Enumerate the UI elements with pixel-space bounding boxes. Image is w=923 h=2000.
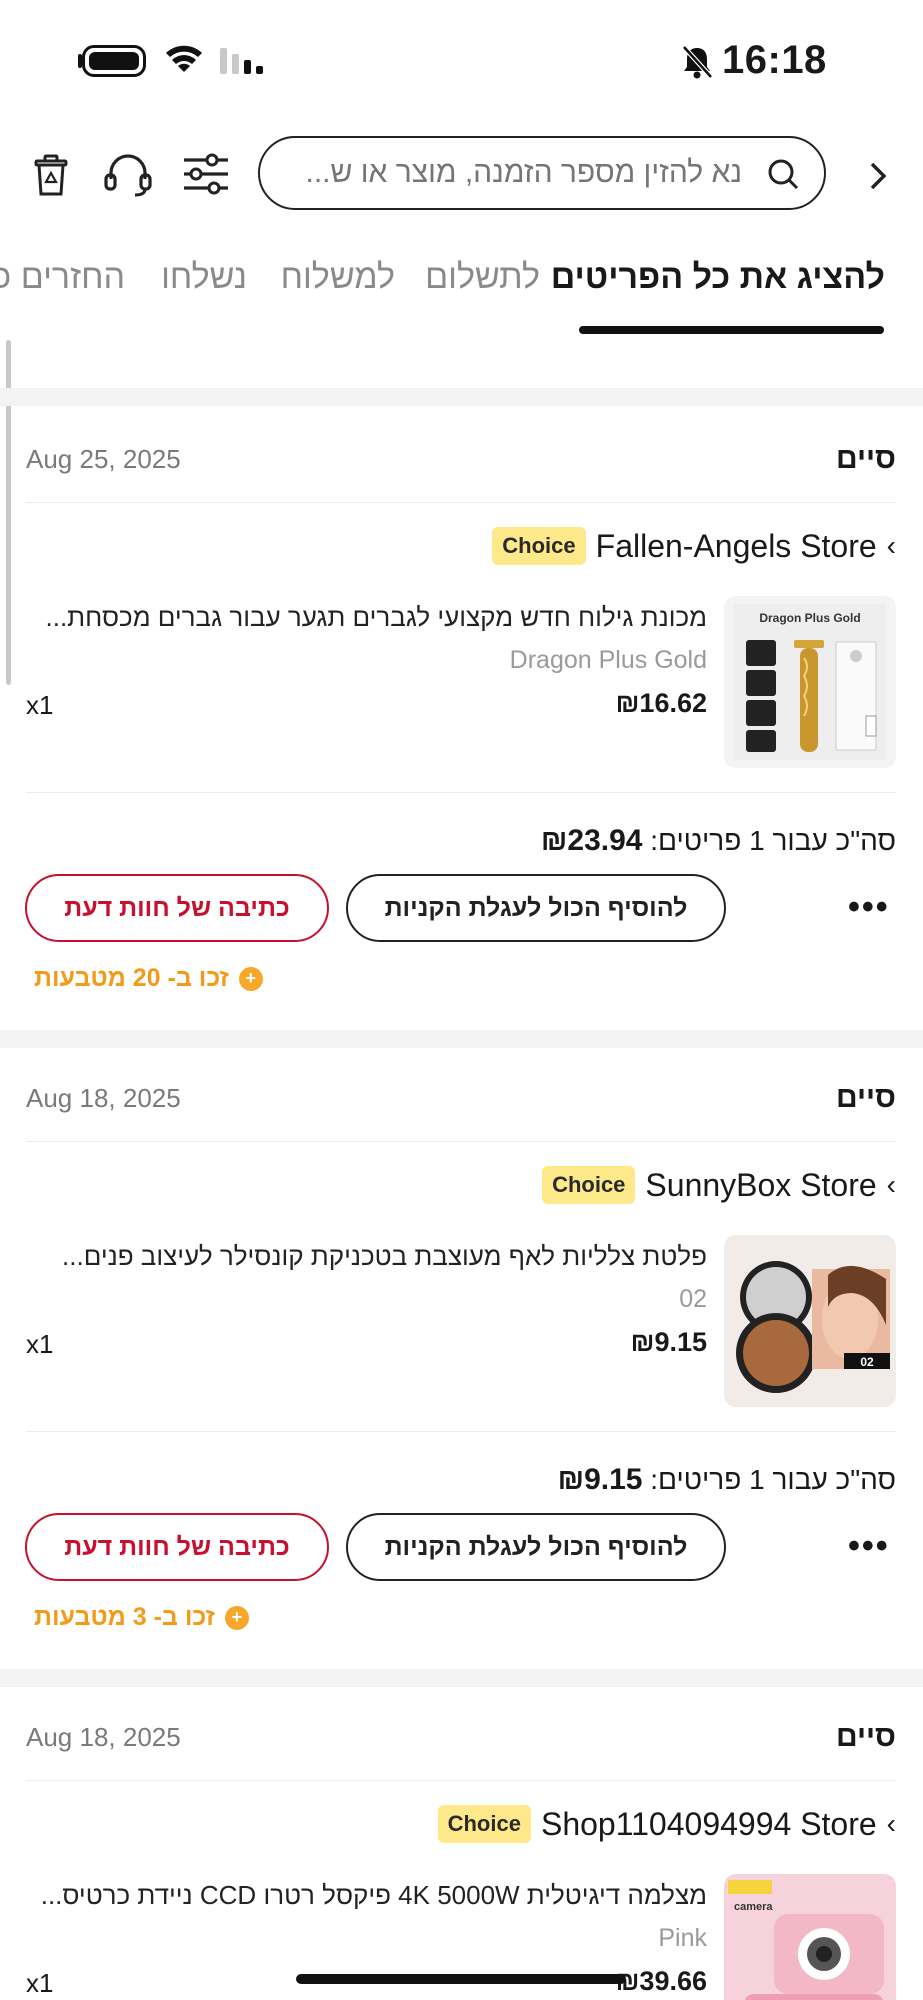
divider <box>26 502 896 503</box>
coin-icon: + <box>238 966 263 991</box>
product-variant: Pink <box>658 1924 707 1952</box>
order-card: סיים Aug 18, 2025 Choice Shop1104094994 … <box>0 1684 923 2000</box>
total-value: ₪9.15 <box>557 1463 643 1496</box>
back-chevron-icon[interactable] <box>858 154 898 198</box>
divider <box>26 1141 896 1142</box>
active-tab-indicator <box>579 326 884 334</box>
tab-to-ship[interactable]: למשלוח <box>281 258 395 297</box>
customer-service-headset-icon[interactable] <box>103 152 153 198</box>
product-price: ₪39.66 <box>615 1966 707 1996</box>
product-image[interactable]: Dragon Plus Gold <box>724 596 896 768</box>
order-status: סיים <box>835 442 896 475</box>
product-quantity: x1 <box>26 1329 54 1359</box>
store-link[interactable]: Choice SunnyBox Store ‹ <box>542 1165 896 1205</box>
compact-tag: 02 <box>860 1355 874 1369</box>
search-icon <box>768 159 799 190</box>
choice-badge: Choice <box>492 527 586 565</box>
search-bar[interactable] <box>258 136 826 210</box>
store-name: Fallen-Angels Store <box>595 527 877 564</box>
wifi-icon <box>166 45 202 72</box>
order-date: Aug 25, 2025 <box>26 444 181 474</box>
order-date: Aug 18, 2025 <box>26 1083 181 1113</box>
battery-icon <box>82 45 146 77</box>
coin-icon: + <box>224 1605 249 1630</box>
choice-badge: Choice <box>542 1166 636 1204</box>
product-name[interactable]: פלטת צלליות לאף מעוצבת בטכניקת קונסילר ל… <box>27 1241 707 1272</box>
total-label: סה"כ עבור 1 פריטים: <box>650 1464 896 1495</box>
coins-reward: + זכו ב- 3 מטבעות <box>34 1603 249 1632</box>
order-card: סיים Aug 25, 2025 Choice Fallen-Angels S… <box>0 406 923 1030</box>
write-review-button[interactable]: כתיבה של חוות דעת <box>25 874 329 942</box>
coins-text: זכו ב- 20 מטבעות <box>34 964 229 992</box>
store-name: Shop1104094994 Store <box>540 1805 877 1842</box>
trimmer-box-label: Dragon Plus Gold <box>759 611 860 625</box>
product-name[interactable]: מכונת גילוח חדש מקצועי לגברים תגער עבור … <box>27 602 707 633</box>
product-image[interactable]: 02 <box>724 1235 896 1407</box>
product-quantity: x1 <box>26 1968 54 1998</box>
filter-sliders-icon[interactable] <box>181 150 231 198</box>
status-bar: 16:18 <box>0 0 923 120</box>
section-gap <box>0 388 923 406</box>
add-all-to-cart-button[interactable]: להוסיף הכול לעגלת הקניות <box>346 874 726 942</box>
order-card: סיים Aug 18, 2025 Choice SunnyBox Store … <box>0 1045 923 1669</box>
product-price: ₪16.62 <box>615 688 707 718</box>
divider <box>26 792 896 793</box>
coins-reward: + זכו ב- 20 מטבעות <box>34 964 263 993</box>
write-review-button[interactable]: כתיבה של חוות דעת <box>25 1513 329 1581</box>
home-indicator[interactable] <box>296 1974 626 1984</box>
order-total: סה"כ עבור 1 פריטים: ₪9.15 <box>558 1463 896 1497</box>
order-total: סה"כ עבור 1 פריטים: ₪23.94 <box>541 824 896 858</box>
tab-all-items[interactable]: להציג את כל הפריטים <box>551 258 885 297</box>
add-all-to-cart-button[interactable]: להוסיף הכול לעגלת הקניות <box>346 1513 726 1581</box>
store-link[interactable]: Choice Fallen-Angels Store ‹ <box>492 526 896 566</box>
product-image[interactable]: camera <box>724 1874 896 2000</box>
search-input[interactable] <box>284 138 744 208</box>
more-options-icon[interactable]: ••• <box>848 888 890 927</box>
product-variant: Dragon Plus Gold <box>509 646 707 674</box>
chevron-left-icon: ‹ <box>886 530 896 561</box>
camera-tag: camera <box>734 1901 773 1913</box>
total-value: ₪23.94 <box>540 824 643 857</box>
coins-text: זכו ב- 3 מטבעות <box>34 1603 215 1631</box>
product-variant: 02 <box>679 1285 707 1313</box>
order-status: סיים <box>835 1720 896 1753</box>
order-date: Aug 18, 2025 <box>26 1722 181 1752</box>
tab-shipped[interactable]: נשלחו <box>161 258 247 297</box>
clock: 16:18 <box>722 38 827 82</box>
divider <box>26 1780 896 1781</box>
tab-returns[interactable]: החזרים כ <box>0 258 125 297</box>
product-name[interactable]: מצלמה דיגיטלית 4K 5000W פיקסל רטרו CCD נ… <box>27 1880 707 1911</box>
chevron-left-icon: ‹ <box>886 1169 896 1200</box>
total-label: סה"כ עבור 1 פריטים: <box>650 825 896 856</box>
order-status: סיים <box>835 1081 896 1114</box>
product-price: ₪9.15 <box>630 1327 707 1357</box>
choice-badge: Choice <box>437 1805 531 1843</box>
chevron-left-icon: ‹ <box>886 1808 896 1839</box>
recycle-bin-icon[interactable] <box>28 152 74 198</box>
store-name: SunnyBox Store <box>645 1166 877 1203</box>
store-link[interactable]: Choice Shop1104094994 Store ‹ <box>437 1804 896 1844</box>
cellular-signal-icon <box>220 48 263 74</box>
more-options-icon[interactable]: ••• <box>848 1527 890 1566</box>
product-quantity: x1 <box>26 690 54 720</box>
divider <box>26 1431 896 1432</box>
tab-to-pay[interactable]: לתשלום <box>425 258 540 297</box>
bell-muted-icon <box>682 45 713 79</box>
